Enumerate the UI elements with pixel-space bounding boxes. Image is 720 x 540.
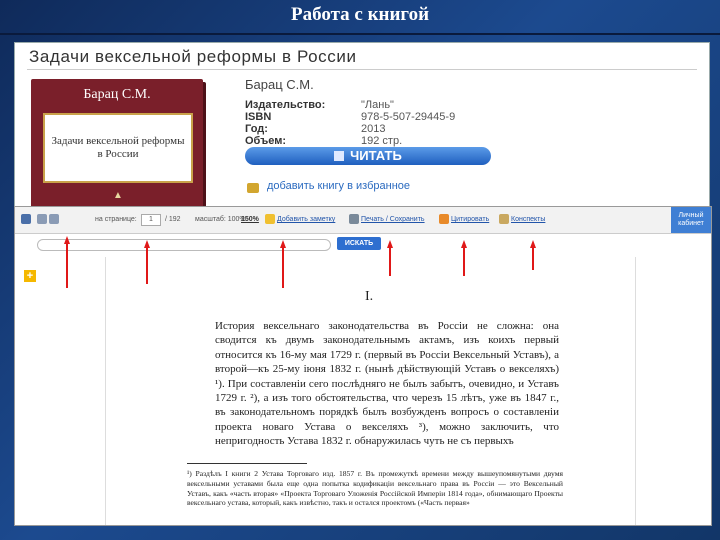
- cover-title: Задачи вексельной реформы в России: [51, 135, 185, 160]
- page-edge-right: [635, 257, 636, 525]
- home-icon[interactable]: [21, 214, 31, 224]
- book-icon: [334, 151, 345, 161]
- notes-link[interactable]: Конспекты: [511, 216, 545, 223]
- meta-key: Объем:: [245, 135, 286, 147]
- meta-value: 192 стр.: [361, 135, 403, 147]
- print-icon: [349, 214, 359, 224]
- arrow-cite-icon: [461, 240, 467, 276]
- page-input[interactable]: 1: [141, 214, 161, 226]
- search-button[interactable]: ИСКАТЬ: [337, 237, 381, 250]
- cover-label: Задачи вексельной реформы в России: [43, 113, 193, 183]
- reader-window: на странице: 1 / 192 масштаб: 100% 150% …: [14, 206, 712, 526]
- meta-isbn: ISBN 978-5-507-29445-9: [245, 111, 455, 123]
- notes-icon: [499, 214, 509, 224]
- add-note-link[interactable]: Добавить заметку: [277, 216, 335, 223]
- page-total: / 192: [165, 216, 181, 223]
- expand-panel-icon[interactable]: +: [24, 270, 36, 282]
- add-favorite-link[interactable]: добавить книгу в избранное: [267, 180, 410, 192]
- meta-year: Год: 2013: [245, 123, 385, 135]
- cite-link[interactable]: Цитировать: [451, 216, 489, 223]
- meta-value: "Лань": [361, 99, 394, 111]
- book-card: Задачи вексельной реформы в России Барац…: [14, 42, 710, 220]
- page-label: на странице:: [95, 216, 137, 223]
- contents-icon[interactable]: [37, 214, 47, 224]
- arrow-print-icon: [387, 240, 393, 276]
- cover-author: Барац С.М.: [83, 87, 151, 102]
- title-rule: [0, 33, 720, 35]
- divider: [27, 69, 697, 70]
- save-icon[interactable]: [49, 214, 59, 224]
- chapter-number: I.: [365, 289, 374, 304]
- page-edge-left: [105, 257, 106, 525]
- footnote-rule: [187, 463, 307, 464]
- read-button-label: ЧИТАТЬ: [350, 148, 402, 163]
- meta-key: ISBN: [245, 111, 272, 123]
- meta-key: Издательство:: [245, 99, 326, 111]
- favorite-icon: [247, 183, 259, 193]
- book-heading: Задачи вексельной реформы в России: [29, 47, 357, 66]
- publisher-logo-icon: ▲: [113, 190, 123, 201]
- arrow-notes-icon: [530, 240, 536, 270]
- reader-toolbar: на странице: 1 / 192 масштаб: 100% 150% …: [15, 207, 711, 234]
- meta-publisher: Издательство: "Лань": [245, 99, 394, 111]
- meta-value: 978-5-507-29445-9: [361, 111, 456, 123]
- meta-volume: Объем: 192 стр.: [245, 135, 402, 147]
- arrow-note-icon: [280, 240, 286, 288]
- search-input[interactable]: [37, 239, 331, 251]
- meta-key: Год:: [245, 123, 268, 135]
- footnote-text: ¹) Раздѣлъ I книги 2 Устава Торговаго из…: [187, 469, 563, 508]
- book-author: Барац С.М.: [245, 77, 314, 92]
- cabinet-button[interactable]: Личный кабинет: [671, 207, 711, 233]
- cabinet-label: Личный кабинет: [678, 212, 704, 227]
- arrow-page-icon: [144, 240, 150, 284]
- arrow-home-icon: [64, 236, 70, 288]
- book-cover[interactable]: Барац С.М. Задачи вексельной реформы в Р…: [31, 79, 203, 213]
- read-button[interactable]: ЧИТАТЬ: [245, 147, 491, 165]
- zoom-value[interactable]: 150%: [241, 216, 259, 223]
- page-body-text: История вексельнаго законодательства въ …: [215, 320, 559, 448]
- print-save-link[interactable]: Печать / Сохранить: [361, 216, 425, 223]
- meta-value: 2013: [361, 123, 386, 135]
- slide-title: Работа с книгой: [290, 4, 430, 25]
- note-icon: [265, 214, 275, 224]
- zoom-label: масштаб: 100%: [195, 216, 246, 223]
- cite-icon: [439, 214, 449, 224]
